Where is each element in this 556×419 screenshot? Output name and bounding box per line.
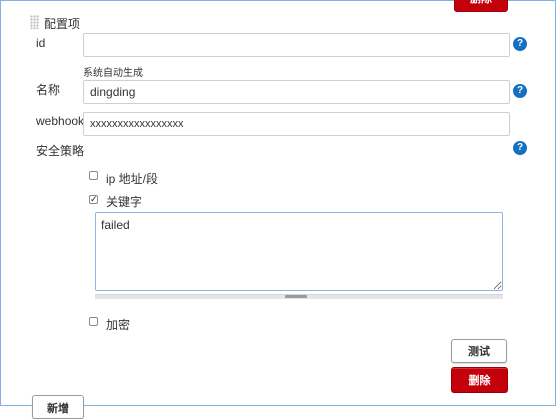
drag-handle-icon[interactable]: [30, 15, 39, 29]
ip-checkbox-label: ip 地址/段: [106, 172, 159, 186]
delete-button[interactable]: 删除: [451, 367, 508, 393]
test-button-label: 测试: [468, 346, 490, 358]
keyword-checkbox-label: 关键字: [106, 195, 143, 209]
keyword-textarea[interactable]: [95, 212, 503, 291]
sign-checkbox[interactable]: [89, 317, 98, 326]
id-help-icon[interactable]: ?: [513, 37, 527, 51]
resize-grip-icon[interactable]: [285, 295, 307, 298]
id-hint: 系统自动生成: [83, 68, 143, 79]
add-button[interactable]: 新增: [32, 395, 84, 419]
name-field[interactable]: [83, 80, 510, 104]
add-button-label: 新增: [47, 403, 69, 415]
security-policy-label: 安全策略: [36, 144, 85, 158]
name-help-icon[interactable]: ?: [513, 84, 527, 98]
delete-button-top[interactable]: 删除: [454, 0, 508, 12]
keyword-checkbox[interactable]: ✓: [89, 195, 98, 204]
webhook-field[interactable]: [83, 112, 510, 136]
section-title: 配置项: [44, 17, 81, 31]
name-label: 名称: [36, 83, 61, 97]
test-button[interactable]: 测试: [451, 339, 507, 363]
delete-button-top-label: 删除: [470, 0, 492, 6]
delete-button-label: 删除: [468, 375, 491, 387]
sign-checkbox-label: 加密: [106, 318, 131, 332]
security-help-icon[interactable]: ?: [513, 141, 527, 155]
id-label: id: [36, 36, 46, 50]
id-field[interactable]: [83, 33, 510, 57]
ip-checkbox[interactable]: [89, 171, 98, 180]
textarea-resize-bar[interactable]: [95, 294, 503, 299]
webhook-label: webhook: [36, 114, 85, 128]
